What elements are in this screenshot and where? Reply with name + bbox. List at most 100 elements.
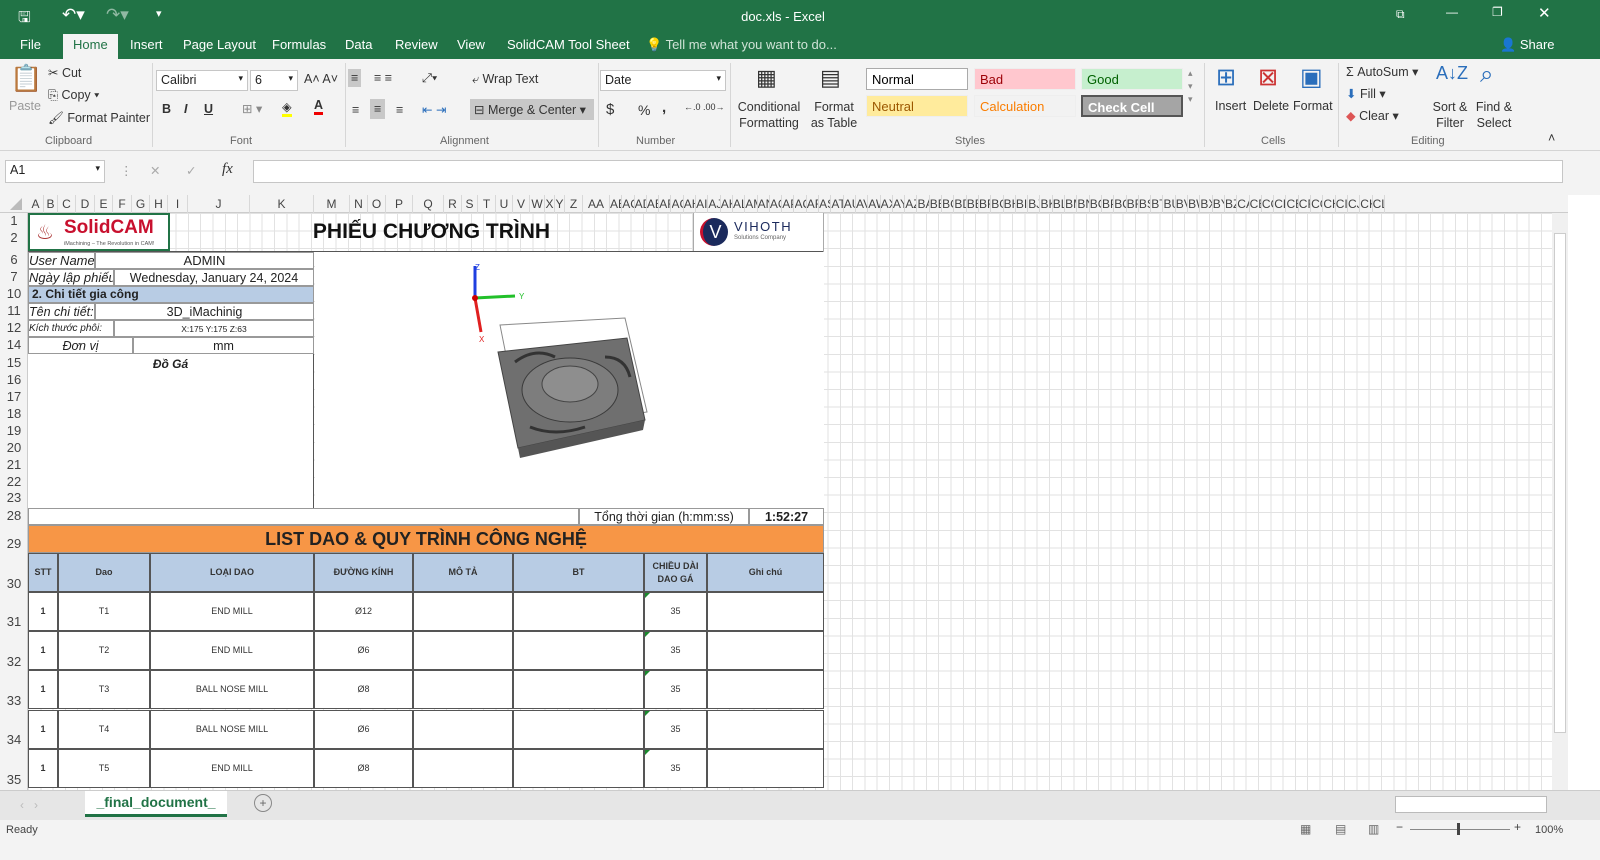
column-header[interactable]: AQ	[795, 195, 807, 213]
column-header[interactable]: O	[368, 195, 386, 213]
column-header[interactable]: AY	[893, 195, 906, 213]
column-header[interactable]: BX	[1200, 195, 1213, 213]
column-header[interactable]: CI	[1336, 195, 1348, 213]
column-header[interactable]: BC	[942, 195, 955, 213]
column-header[interactable]: T	[478, 195, 496, 213]
column-header[interactable]: W	[530, 195, 545, 213]
column-header[interactable]: AP	[782, 195, 795, 213]
column-header[interactable]: AK	[721, 195, 733, 213]
column-header[interactable]: CB	[1250, 195, 1262, 213]
row-header[interactable]: 18	[0, 406, 28, 421]
column-header[interactable]: CG	[1311, 195, 1324, 213]
column-header[interactable]: N	[350, 195, 368, 213]
row-header[interactable]: 32	[0, 654, 28, 669]
tab-page-layout[interactable]: Page Layout	[183, 37, 256, 52]
column-header[interactable]: BQ	[1114, 195, 1127, 213]
column-header[interactable]: AH	[684, 195, 697, 213]
add-sheet-button[interactable]: +	[254, 794, 272, 812]
currency-button[interactable]: $	[606, 101, 614, 118]
column-header[interactable]: V	[513, 195, 530, 213]
column-header[interactable]: BZ	[1225, 195, 1238, 213]
orientation-icon[interactable]: ⤢▾	[422, 71, 437, 86]
column-header[interactable]: AM	[745, 195, 758, 213]
worksheet-grid[interactable]: ♨ SolidCAM iMachining – The Revolution i…	[28, 213, 1556, 790]
align-right-icon[interactable]: ≡	[396, 103, 403, 117]
column-header[interactable]: AF	[659, 195, 672, 213]
row-header[interactable]: 22	[0, 474, 28, 489]
vertical-scrollbar[interactable]	[1552, 213, 1568, 790]
insert-button[interactable]: Insert	[1215, 99, 1246, 113]
conditional-formatting-icon[interactable]: ▦	[756, 65, 777, 91]
conditional-formatting-button[interactable]: Conditional Formatting	[736, 99, 802, 131]
row-header[interactable]: 21	[0, 457, 28, 472]
tab-file[interactable]: File	[20, 37, 41, 52]
column-header[interactable]: AL	[733, 195, 746, 213]
column-header[interactable]: AI	[696, 195, 709, 213]
tab-solidcam[interactable]: SolidCAM Tool Sheet	[507, 37, 630, 52]
column-header[interactable]: AD	[635, 195, 647, 213]
cut-button[interactable]: ✂ Cut	[48, 65, 81, 80]
align-center-icon[interactable]: ≡	[370, 99, 386, 119]
formula-input[interactable]	[253, 160, 1563, 183]
delete-cells-icon[interactable]: ⊠	[1258, 63, 1278, 92]
format-painter-button[interactable]: 🖌 Format Painter	[48, 111, 150, 126]
column-header[interactable]: AW	[868, 195, 881, 213]
column-header[interactable]: BI	[1016, 195, 1029, 213]
column-header[interactable]: AV	[856, 195, 869, 213]
select-all-icon[interactable]	[10, 198, 22, 210]
column-header[interactable]: C	[58, 195, 76, 213]
column-header[interactable]: BE	[967, 195, 979, 213]
close-icon[interactable]: ✕	[1538, 4, 1551, 22]
column-header[interactable]: S	[462, 195, 478, 213]
tab-formulas[interactable]: Formulas	[272, 37, 326, 52]
tab-review[interactable]: Review	[395, 37, 438, 52]
bold-button[interactable]: B	[162, 102, 171, 116]
column-header[interactable]: R	[444, 195, 462, 213]
autosum-button[interactable]: Σ AutoSum ▾	[1346, 64, 1418, 79]
column-header[interactable]: BU	[1164, 195, 1176, 213]
column-header[interactable]: CJ	[1348, 195, 1361, 213]
zoom-out-button[interactable]: −	[1396, 820, 1403, 834]
column-header[interactable]: AE	[647, 195, 660, 213]
column-header[interactable]: CC	[1262, 195, 1275, 213]
column-header[interactable]: AX	[881, 195, 893, 213]
column-header[interactable]: CA	[1237, 195, 1250, 213]
column-header[interactable]: AU	[844, 195, 856, 213]
zoom-in-button[interactable]: +	[1514, 820, 1521, 834]
column-header[interactable]: CK	[1360, 195, 1373, 213]
format-as-table-icon[interactable]: ▤	[820, 65, 841, 91]
column-header[interactable]: BO	[1090, 195, 1102, 213]
row-header[interactable]: 28	[0, 508, 28, 523]
row-header[interactable]: 30	[0, 576, 28, 591]
column-header[interactable]: P	[386, 195, 413, 213]
column-header[interactable]: BF	[979, 195, 992, 213]
column-header[interactable]: AO	[770, 195, 783, 213]
cell-style-neutral[interactable]: Neutral	[866, 95, 968, 117]
font-color-icon[interactable]: A	[314, 98, 324, 115]
column-header[interactable]: E	[95, 195, 113, 213]
column-header[interactable]: BH	[1004, 195, 1016, 213]
borders-icon[interactable]: ⊞ ▾	[242, 101, 262, 116]
cell-style-check-cell[interactable]: Check Cell	[1081, 95, 1183, 117]
column-header[interactable]: A	[28, 195, 44, 213]
tab-view[interactable]: View	[457, 37, 485, 52]
column-header[interactable]: AJ	[708, 195, 721, 213]
column-header[interactable]: Q	[413, 195, 444, 213]
collapse-ribbon-icon[interactable]: ˄	[1548, 131, 1555, 145]
sheet-tab-final-document[interactable]: _final_document_	[85, 791, 227, 817]
row-header[interactable]: 10	[0, 286, 28, 301]
format-button[interactable]: Format	[1293, 99, 1333, 113]
column-header[interactable]: BP	[1102, 195, 1115, 213]
column-header[interactable]: CE	[1287, 195, 1299, 213]
fill-button[interactable]: ⬇ Fill ▾	[1346, 86, 1386, 101]
row-header[interactable]: 34	[0, 732, 28, 747]
row-header[interactable]: 20	[0, 440, 28, 455]
page-break-view-icon[interactable]: ▥	[1368, 822, 1379, 836]
row-header[interactable]: 29	[0, 536, 28, 551]
sort-filter-icon[interactable]: A↓Z	[1436, 63, 1468, 84]
column-header[interactable]: M	[314, 195, 350, 213]
column-header[interactable]: AR	[807, 195, 820, 213]
paste-icon[interactable]: 📋	[10, 63, 42, 94]
copy-button[interactable]: ⎘ Copy ▾	[48, 88, 99, 103]
insert-function-button[interactable]: fx	[222, 161, 233, 178]
